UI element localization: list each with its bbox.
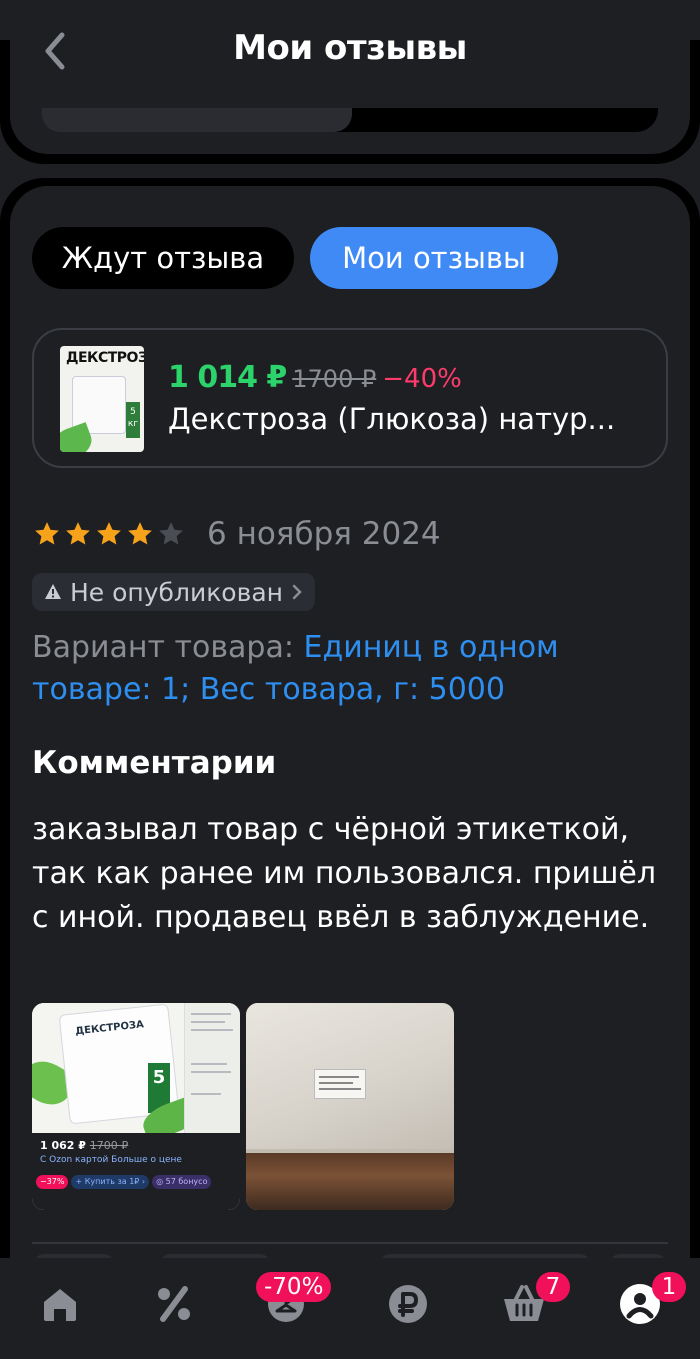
photo-1-text-line <box>191 1093 221 1095</box>
nav-home[interactable] <box>38 1282 82 1326</box>
percent-icon <box>158 1286 190 1322</box>
current-price: 1 014 ₽ <box>168 360 287 395</box>
tab-waiting-review[interactable]: Ждут отзыва <box>32 227 294 289</box>
price-row: 1 014 ₽ 1700 ₽ −40% <box>168 360 462 395</box>
nav-discounts[interactable] <box>152 1282 196 1326</box>
nav-finance[interactable] <box>386 1282 430 1326</box>
photo-2-label-line <box>319 1076 359 1078</box>
photo-2-floor <box>246 1153 454 1210</box>
star-filled-icon <box>35 522 59 545</box>
review-date: 6 ноября 2024 <box>207 516 441 552</box>
comments-title: Комментарии <box>32 745 277 781</box>
previous-card-bar-segment <box>42 108 352 132</box>
review-tabs: Ждут отзыва Мои отзывы <box>32 227 558 289</box>
photo-1-ozon-text: С Ozon картой Больше о цене <box>40 1155 182 1165</box>
photo-2-label-line <box>319 1088 361 1090</box>
star-empty-icon <box>159 522 183 545</box>
photo-2-bag <box>246 1003 454 1173</box>
photo-1-chip: −37% <box>36 1175 69 1189</box>
photo-1-price-value: 1 062 ₽ <box>40 1139 86 1152</box>
product-card[interactable]: ДЕКСТРОЗА 5 кг 1 014 ₽ 1700 ₽ −40% Декст… <box>32 328 668 468</box>
photo-1-product-image: ДЕКСТРОЗА 5 <box>32 1003 240 1143</box>
old-price: 1700 ₽ <box>292 365 377 393</box>
status-badge[interactable]: Не опубликован <box>32 573 316 611</box>
photo-1-chips: −37% + Купить за 1₽ › ◎ 57 бонусо <box>36 1175 212 1189</box>
fresh-discount-badge: -70% <box>256 1272 332 1302</box>
page-title: Мои отзывы <box>233 28 467 68</box>
photo-1-bag-title: ДЕКСТРОЗА <box>74 1019 145 1038</box>
photo-1-text-line <box>191 1071 231 1073</box>
header: Мои отзывы <box>0 0 700 100</box>
photo-1-chip: + Купить за 1₽ › <box>71 1175 150 1189</box>
discount-percent: −40% <box>382 364 462 394</box>
tab-my-reviews[interactable]: Мои отзывы <box>310 227 558 289</box>
variant-label: Вариант товара: <box>32 630 294 665</box>
photo-1-side-panel <box>184 1003 240 1133</box>
photo-2-label-line <box>319 1082 353 1084</box>
star-filled-icon <box>97 522 121 545</box>
product-thumbnail: ДЕКСТРОЗА 5 кг <box>60 346 144 452</box>
ruble-icon <box>389 1285 427 1323</box>
status-text: Не опубликован <box>70 577 284 607</box>
product-variant: Вариант товара: Единиц в одном товаре: 1… <box>32 627 652 711</box>
star-filled-icon <box>66 522 90 545</box>
review-photo-1[interactable]: ДЕКСТРОЗА 5 1 062 ₽ 1700 ₽ С Ozon картой… <box>32 1003 240 1210</box>
thumbnail-kg-label: 5 кг <box>126 402 140 438</box>
cart-count-badge: 7 <box>536 1272 570 1302</box>
photo-1-text-line <box>191 1063 227 1065</box>
photo-1-chip: ◎ 57 бонусо <box>152 1175 212 1189</box>
photo-2-label <box>314 1069 366 1099</box>
photo-1-text-line <box>191 1013 231 1015</box>
review-photo-2[interactable] <box>246 1003 454 1210</box>
thumbnail-brand: ДЕКСТРОЗА <box>66 350 144 366</box>
divider <box>32 1242 668 1244</box>
previous-card-bar <box>42 108 658 132</box>
star-rating <box>32 519 187 549</box>
rating-row: 6 ноября 2024 <box>32 516 441 552</box>
bottom-nav <box>0 1258 700 1359</box>
photo-1-text-line <box>191 1029 233 1031</box>
home-icon <box>44 1289 76 1321</box>
photo-1-price: 1 062 ₽ 1700 ₽ <box>40 1139 128 1152</box>
photo-1-price-strip: 1 062 ₽ 1700 ₽ С Ozon картой Больше о це… <box>32 1133 240 1210</box>
photo-1-old-price: 1700 ₽ <box>89 1139 129 1152</box>
profile-notification-badge: 1 <box>652 1272 686 1302</box>
comment-text: заказывал товар с чёрной этикеткой, так … <box>32 812 657 935</box>
photo-1-text-line <box>191 1021 225 1023</box>
star-filled-icon <box>128 522 152 545</box>
chevron-right-icon <box>292 584 302 600</box>
product-name: Декстроза (Глюкоза) натур... <box>168 402 616 436</box>
warning-icon <box>45 584 61 599</box>
